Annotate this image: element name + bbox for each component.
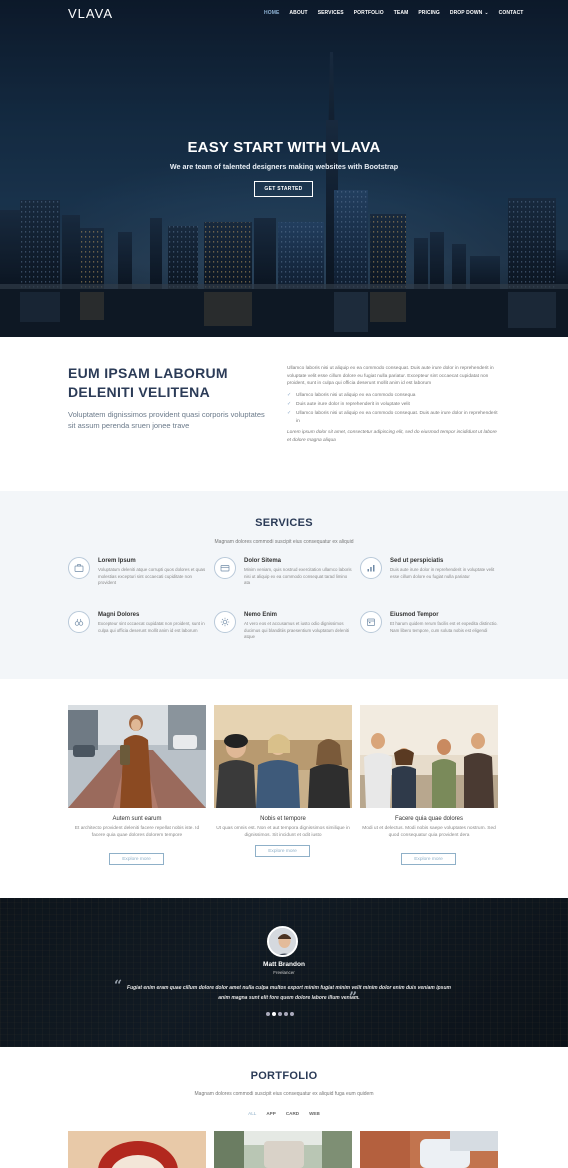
nav-item-services[interactable]: SERVICES [318, 10, 344, 16]
landing-page: VLAVA HOME ABOUT SERVICES PORTFOLIO TEAM… [0, 0, 568, 1168]
nav-item-team[interactable]: TEAM [394, 10, 409, 16]
service-name: Magni Dolores [98, 612, 140, 618]
service-desc: Minim veniam, quis nostrud exercitation … [244, 567, 352, 586]
card-image-street-woman [68, 705, 206, 808]
carousel-dot[interactable] [290, 1012, 294, 1016]
service-desc: Voluptatum deleniti atque corrupti quos … [98, 567, 206, 586]
nav-item-home[interactable]: HOME [264, 10, 279, 16]
portfolio-subtitle: Magnam dolores commodi suscipit eius con… [194, 1091, 374, 1097]
list-item: ✓ Ullamco laboris nisi ut aliquip ex ea c… [287, 410, 498, 424]
testimonial-quote: Fugiat enim eram quae cillum dolore dolo… [127, 985, 451, 1001]
card-icon [214, 557, 236, 579]
about-content: Ullamco laboris nisi ut aliquip ex ea co… [287, 365, 499, 449]
filter-card[interactable]: CARD [286, 1111, 299, 1116]
briefcase-icon [68, 557, 90, 579]
nav-item-dropdown[interactable]: DROP DOWN ⌄ [450, 10, 489, 16]
testimonial-name: Matt Brandon [263, 961, 305, 968]
about-checklist: ✓ Ullamco laboris nisi ut aliquip ex ea c… [287, 392, 499, 426]
portfolio-title: PORTFOLIO [250, 1070, 318, 1082]
services-section: SERVICES Magnam dolores commodi suscipit… [0, 491, 568, 679]
check-icon: ✓ [287, 410, 292, 417]
portfolio-filters: ALL APP CARD WEB [0, 1111, 568, 1116]
carousel-dot[interactable] [278, 1012, 282, 1016]
check-icon: ✓ [287, 400, 292, 407]
about-italic-note: Lorem ipsum dolor sit amet, consectetur … [287, 430, 497, 443]
service-name: Nemo Enim [244, 612, 278, 618]
quote-open-icon: “ [114, 978, 123, 994]
explore-more-button[interactable]: Explore more [401, 853, 456, 865]
explore-more-button[interactable]: Explore more [255, 845, 310, 857]
carousel-dot[interactable] [272, 1012, 276, 1016]
card-title: Facere quia quae dolores [394, 816, 464, 822]
sun-icon [214, 611, 236, 633]
filter-all[interactable]: ALL [248, 1111, 256, 1116]
nav-item-about[interactable]: ABOUT [289, 10, 307, 16]
testimonial-role: Freelancer [273, 970, 295, 975]
card-desc: Modi ut et delectus. Modi nobis saepe vo… [362, 826, 496, 839]
portfolio-item[interactable] [214, 1131, 352, 1168]
top-navbar: VLAVA HOME ABOUT SERVICES PORTFOLIO TEAM… [0, 0, 568, 26]
nav-item-pricing[interactable]: PRICING [418, 10, 440, 16]
card-desc: Et architecto provident deleniti facere … [74, 826, 200, 839]
nav-item-dropdown-label: DROP DOWN [449, 10, 483, 16]
explore-more-button[interactable]: Explore more [109, 853, 164, 865]
filter-web[interactable]: WEB [309, 1111, 320, 1116]
portfolio-item[interactable] [360, 1131, 498, 1168]
bar-chart-icon [360, 557, 382, 579]
card-image-group-sunset [360, 705, 498, 808]
card-title: Nobis et tempore [260, 816, 306, 822]
carousel-dot[interactable] [284, 1012, 288, 1016]
service-name: Dolor Sitema [244, 558, 282, 564]
card-desc: Ut quas omnis est. Non et aut tempora di… [216, 826, 350, 839]
carousel-dots [266, 1012, 294, 1016]
quote-close-icon: ” [349, 990, 358, 1006]
binoculars-icon [68, 611, 90, 633]
nav-item-portfolio[interactable]: PORTFOLIO [354, 10, 384, 16]
service-desc: Duis aute irure dolor in reprehenderit i… [390, 567, 495, 579]
filter-app[interactable]: APP [266, 1111, 275, 1116]
service-name: Sed ut perspiciatis [390, 558, 444, 564]
main-menu: HOME ABOUT SERVICES PORTFOLIO TEAM PRICI… [264, 10, 533, 16]
list-item: ✓ Duis aute irure dolor in reprehenderit … [287, 400, 410, 407]
service-name: Lorem Ipsum [98, 558, 136, 564]
card-title: Autem sunt earum [112, 816, 162, 822]
nav-item-contact[interactable]: CONTACT [499, 10, 524, 16]
service-name: Eiusmod Tempor [390, 612, 439, 618]
get-started-button[interactable]: GET STARTED [254, 181, 313, 197]
avatar [267, 926, 298, 957]
check-icon: ✓ [287, 391, 292, 398]
site-logo[interactable]: VLAVA [68, 6, 113, 21]
about-title: EUM IPSAM LABORUM DELENITI VELITENA [68, 365, 228, 400]
about-paragraph: Ullamco laboris nisi ut aliquip ex ea co… [287, 366, 494, 387]
portfolio-item[interactable] [68, 1131, 206, 1168]
calendar-icon [360, 611, 382, 633]
service-desc: At vero eos et accusamus et iusto odio d… [244, 621, 349, 640]
list-item: ✓ Ullamco laboris nisi ut aliquip ex ea c… [287, 391, 416, 398]
services-title: SERVICES [255, 517, 313, 529]
about-lead: Voluptatem dignissimos provident quasi c… [68, 410, 265, 430]
card-image-friends-laughing [214, 705, 352, 808]
service-desc: Et harum quidem rerum facilis est et exp… [390, 621, 498, 633]
hero-subtitle: We are team of talented designers making… [169, 162, 399, 171]
carousel-dot[interactable] [266, 1012, 270, 1016]
chevron-down-icon: ⌄ [484, 10, 489, 16]
service-desc: Excepteur sint occaecat cupidatat non pr… [98, 621, 205, 633]
hero-title: EASY START WITH VLAVA [187, 139, 381, 156]
services-subtitle: Magnam dolores commodi suscipit eius con… [214, 539, 354, 545]
hero-section: VLAVA HOME ABOUT SERVICES PORTFOLIO TEAM… [0, 0, 568, 337]
